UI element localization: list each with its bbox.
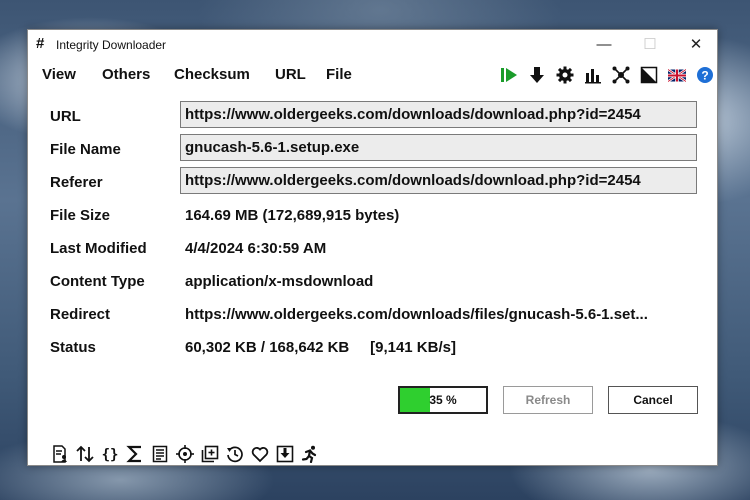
title-bar[interactable]: # Integrity Downloader — ☐ ✕ [28,30,717,60]
history-icon[interactable] [225,444,245,464]
redirect-label: Redirect [50,306,111,323]
run-icon[interactable] [300,444,320,464]
menu-others[interactable]: Others [102,66,150,83]
cancel-button[interactable]: Cancel [608,386,698,414]
download-progress-bar: 35 % [398,386,488,414]
download-icon[interactable] [526,64,548,86]
document-user-icon[interactable] [50,444,70,464]
contrast-icon[interactable] [638,64,660,86]
list-document-icon[interactable] [150,444,170,464]
content-type-value: application/x-msdownload [185,273,374,290]
add-box-icon[interactable] [200,444,220,464]
content-type-label: Content Type [50,273,145,290]
file-size-label: File Size [50,207,111,224]
last-modified-label: Last Modified [50,240,147,257]
close-button[interactable]: ✕ [673,30,719,60]
url-label: URL [50,108,81,125]
referer-field[interactable]: https://www.oldergeeks.com/downloads/dow… [180,167,697,194]
uk-flag-icon[interactable] [666,64,688,86]
network-icon[interactable] [610,64,632,86]
menu-view[interactable]: View [42,66,76,83]
file-name-label: File Name [50,141,121,158]
heart-icon[interactable] [250,444,270,464]
help-icon[interactable]: ? [694,64,716,86]
gear-icon[interactable] [554,64,576,86]
redirect-value: https://www.oldergeeks.com/downloads/fil… [185,306,648,323]
referer-label: Referer [50,174,103,191]
svg-text:?: ? [701,69,708,83]
maximize-button[interactable]: ☐ [627,30,673,60]
play-icon[interactable] [498,64,520,86]
save-icon[interactable] [275,444,295,464]
svg-text:{}: {} [102,447,119,463]
minimize-button[interactable]: — [581,30,627,60]
target-icon[interactable] [175,444,195,464]
sort-arrows-icon[interactable] [75,444,95,464]
file-name-field[interactable]: gnucash-5.6-1.setup.exe [180,134,697,161]
status-value: 60,302 KB / 168,642 KB [9,141 KB/s] [185,339,456,356]
app-hash-icon: # [36,35,45,52]
url-field[interactable]: https://www.oldergeeks.com/downloads/dow… [180,101,697,128]
status-label: Status [50,339,96,356]
sigma-icon[interactable] [125,444,145,464]
braces-icon[interactable]: {} [100,444,120,464]
window-title: Integrity Downloader [56,38,167,52]
bar-chart-icon[interactable] [582,64,604,86]
menu-file[interactable]: File [326,66,352,83]
last-modified-value: 4/4/2024 6:30:59 AM [185,240,327,257]
file-size-value: 164.69 MB (172,689,915 bytes) [185,207,400,224]
menu-url[interactable]: URL [275,66,306,83]
downloader-window: # Integrity Downloader — ☐ ✕ View Others… [27,29,718,466]
progress-percent-text: 35 % [429,393,457,407]
refresh-button[interactable]: Refresh [503,386,593,414]
menu-checksum[interactable]: Checksum [174,66,250,83]
